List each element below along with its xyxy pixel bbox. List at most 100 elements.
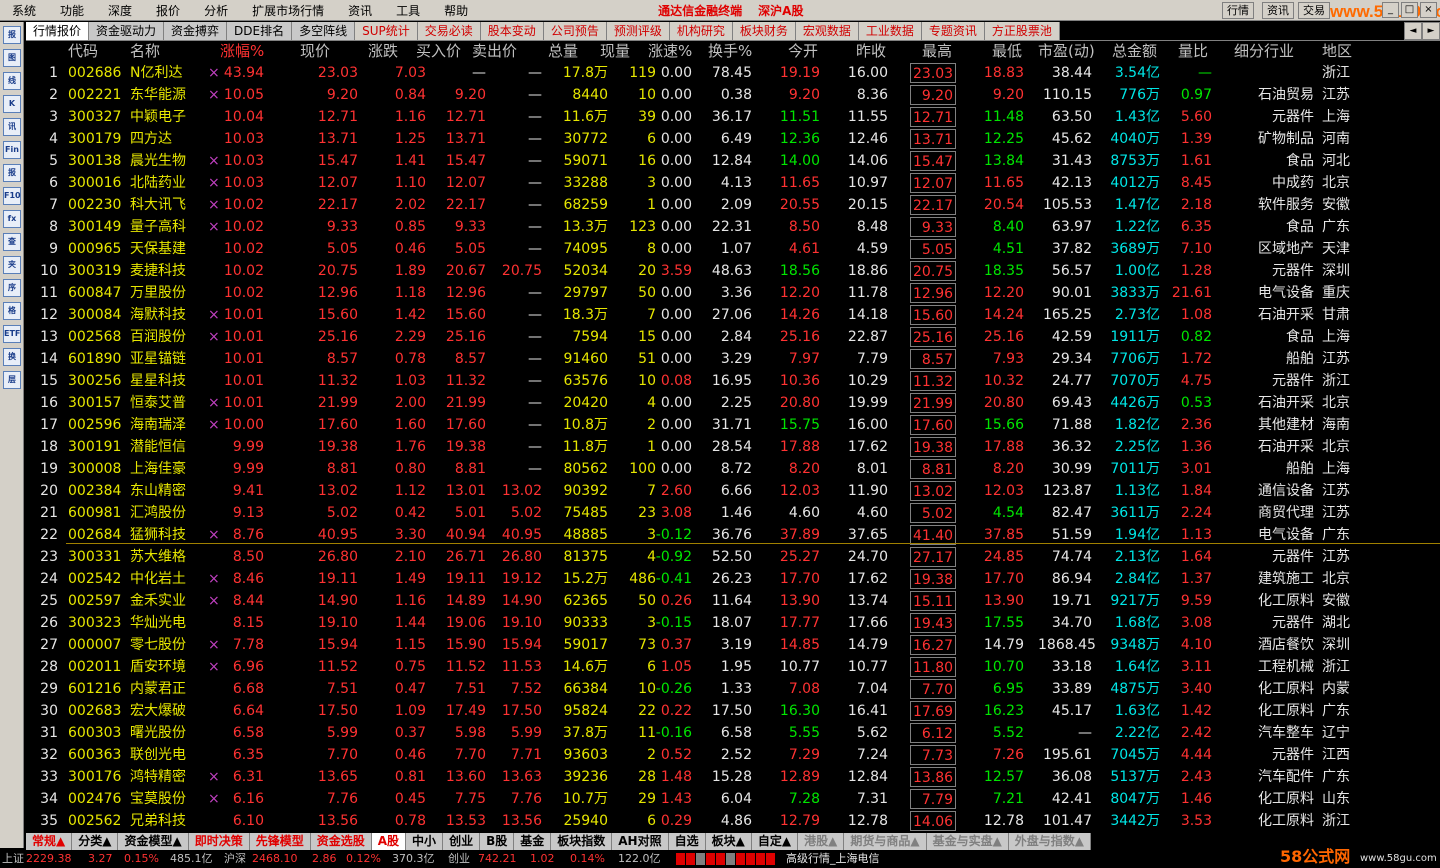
bottom-tab-2[interactable]: 资金模型▲ [118,832,189,850]
table-row[interactable]: 8 300149 量子高科 × 10.02 9.33 0.85 9.33—13.3万 123 0.… [26,216,1440,238]
menu-system[interactable]: 系统 [0,2,48,19]
table-row[interactable]: 18 300191 潜能恒信 9.99 19.38 1.76 19.38—11.8万 1 0.0… [26,436,1440,458]
table-row[interactable]: 30 002683 宏大爆破 6.64 17.50 1.09 17.49 17.50 95824… [26,700,1440,722]
table-row[interactable]: 3 300327 中颖电子 10.04 12.71 1.16 12.71—11.6万 39 0.… [26,106,1440,128]
table-row[interactable]: 1 002686 N亿利达 × 43.94 23.03 7.03— —17.8万 119 0.00… [26,62,1440,84]
table-row[interactable]: 2 002221 东华能源 × 10.05 9.20 0.84 9.20—8440 10 0.00… [26,84,1440,106]
stack-icon[interactable]: 层 [3,371,21,389]
table-row[interactable]: 27 000007 零七股份 × 7.78 15.94 1.15 15.90 15.94 5901… [26,634,1440,656]
bottom-tab-14[interactable]: 板块▲ [705,832,752,850]
close-icon[interactable]: × [1420,2,1437,18]
bottom-tab-9[interactable]: B股 [480,832,515,850]
tab-15[interactable]: 方正股票池 [984,22,1060,40]
bottom-tab-3[interactable]: 即时决策 [188,832,250,850]
fx-icon[interactable]: fx [3,210,21,228]
table-row[interactable]: 23 300331 苏大维格 8.50 26.80 2.10 26.71 26.80 81375… [26,546,1440,568]
tab-12[interactable]: 宏观数据 [795,22,859,40]
column-header-1[interactable]: 名称 [130,41,160,61]
menu-function[interactable]: 功能 [48,2,96,19]
tab-scroll-left-icon[interactable]: ◄ [1404,22,1422,40]
table-row[interactable]: 25 002597 金禾实业 × 8.44 14.90 1.16 14.89 14.90 6236… [26,590,1440,612]
sort-icon[interactable]: 序 [3,279,21,297]
f10-icon[interactable]: F10 [3,187,21,205]
menu-tools[interactable]: 工具 [384,2,432,19]
minimize-icon[interactable]: _ [1382,2,1399,18]
bottom-tab-5[interactable]: 资金选股 [310,832,372,850]
table-row[interactable]: 26 300323 华灿光电 8.15 19.10 1.44 19.06 19.10 90333… [26,612,1440,634]
tab-4[interactable]: 多空阵线 [292,22,356,40]
tab-11[interactable]: 板块财务 [732,22,796,40]
transfer-icon[interactable]: 换 [3,348,21,366]
table-row[interactable]: 33 300176 鸿特精密 × 6.31 13.65 0.81 13.60 13.63 3923… [26,766,1440,788]
menu-help[interactable]: 帮助 [432,2,480,19]
etf-icon[interactable]: ETF [3,325,21,343]
tab-14[interactable]: 专题资讯 [921,22,985,40]
tab-2[interactable]: 资金搏弈 [164,22,228,40]
bottom-tab-18[interactable]: 基金与实盘▲ [926,832,1009,850]
table-row[interactable]: 16 300157 恒泰艾普 × 10.01 21.99 2.00 21.99—20420 4 0… [26,392,1440,414]
table-row[interactable]: 20 002384 东山精密 9.41 13.02 1.12 13.01 13.02 90392… [26,480,1440,502]
tab-3[interactable]: DDE排名 [227,22,293,40]
table-row[interactable]: 4 300179 四方达 10.03 13.71 1.25 13.71—30772 6 0.00… [26,128,1440,150]
column-header-8[interactable]: 现量 [600,41,630,61]
bottom-tab-19[interactable]: 外盘与指数▲ [1008,832,1092,850]
table-row[interactable]: 29 601216 内蒙君正 6.68 7.51 0.47 7.51 7.52 66384 10-… [26,678,1440,700]
table-row[interactable]: 14 601890 亚星锚链 10.01 8.57 0.78 8.57—91460 51 0.0… [26,348,1440,370]
tab-10[interactable]: 机构研究 [669,22,733,40]
bottom-tab-4[interactable]: 先锋模型 [249,832,311,850]
column-header-18[interactable]: 细分行业 [1234,41,1294,61]
menu-extended-market[interactable]: 扩展市场行情 [240,2,336,19]
menu-news[interactable]: 资讯 [336,2,384,19]
column-header-14[interactable]: 最低 [992,41,1022,61]
column-header-3[interactable]: 现价 [300,41,330,61]
tab-scroll-right-icon[interactable]: ► [1422,22,1440,40]
bottom-tab-11[interactable]: 板块指数 [551,832,613,850]
column-header-16[interactable]: 总金额 [1112,41,1157,61]
fin-icon[interactable]: Fin [3,141,21,159]
quote-button[interactable]: 行情 [1222,2,1254,19]
table-row[interactable]: 19 300008 上海佳豪 9.99 8.81 0.80 8.81—80562 100 0.0… [26,458,1440,480]
table-row[interactable]: 12 300084 海默科技 × 10.01 15.60 1.42 15.60—18.3万 7 0… [26,304,1440,326]
table-row[interactable]: 24 002542 中化岩土 × 8.46 19.11 1.49 19.11 19.12 15.2… [26,568,1440,590]
table-row[interactable]: 32 600363 联创光电 6.35 7.70 0.46 7.70 7.71 93603 2 0.… [26,744,1440,766]
table-row[interactable]: 21 600981 汇鸿股份 9.13 5.02 0.42 5.01 5.02 75485 23 3… [26,502,1440,524]
tab-9[interactable]: 预测评级 [606,22,670,40]
chart-icon[interactable]: 图 [3,49,21,67]
bottom-tab-1[interactable]: 分类▲ [72,832,119,850]
table-row[interactable]: 34 002476 宝莫股份 × 6.16 7.76 0.45 7.75 7.76 10.7万 29… [26,788,1440,810]
table-row[interactable]: 7 002230 科大讯飞 × 10.02 22.17 2.02 22.17—68259 1 0.… [26,194,1440,216]
table-row[interactable]: 28 002011 盾安环境 × 6.96 11.52 0.75 11.52 11.53 14.6… [26,656,1440,678]
column-header-7[interactable]: 总量 [548,41,578,61]
bottom-tab-8[interactable]: 创业 [443,832,481,850]
table-row[interactable]: 9 000965 天保基建 10.02 5.05 0.46 5.05—74095 8 0.00 1… [26,238,1440,260]
column-header-13[interactable]: 最高 [922,41,952,61]
column-header-19[interactable]: 地区 [1322,41,1352,61]
column-header-0[interactable]: 代码 [68,41,98,61]
column-header-6[interactable]: 卖出价 [472,41,517,61]
column-header-5[interactable]: 买入价 [416,41,461,61]
tab-5[interactable]: SUP统计 [355,22,418,40]
tab-0[interactable]: 行情报价 [26,22,90,40]
column-header-10[interactable]: 换手% [708,41,752,61]
table-row[interactable]: 10 300319 麦捷科技 10.02 20.75 1.89 20.67 20.75 5203… [26,260,1440,282]
tab-8[interactable]: 公司预告 [543,22,607,40]
tab-13[interactable]: 工业数据 [858,22,922,40]
table-row[interactable]: 5 300138 晨光生物 × 10.03 15.47 1.41 15.47—59071 16 0… [26,150,1440,172]
report-icon[interactable]: 报 [3,164,21,182]
bottom-tab-13[interactable]: 自选 [668,832,706,850]
bottom-tab-0[interactable]: 常规▲ [26,832,73,850]
table-row[interactable]: 13 002568 百润股份 × 10.01 25.16 2.29 25.16—7594 15 0… [26,326,1440,348]
news-button[interactable]: 资讯 [1262,2,1294,19]
news-icon[interactable]: 讯 [3,118,21,136]
search-icon[interactable]: 查 [3,233,21,251]
bottom-tab-17[interactable]: 期货与商品▲ [844,832,927,850]
folder-icon[interactable]: 夹 [3,256,21,274]
bottom-tab-15[interactable]: 自定▲ [751,832,799,850]
tab-1[interactable]: 资金驱动力 [89,22,165,40]
table-row[interactable]: 11 600847 万里股份 10.02 12.96 1.18 12.96—29797 50 0… [26,282,1440,304]
bottom-tab-10[interactable]: 基金 [514,832,552,850]
bottom-tab-7[interactable]: 中小 [406,832,444,850]
table-row[interactable]: 31 600303 曙光股份 6.58 5.99 0.37 5.98 5.99 37.8万 11-… [26,722,1440,744]
kline-icon[interactable]: K [3,95,21,113]
line-chart-icon[interactable]: 线 [3,72,21,90]
